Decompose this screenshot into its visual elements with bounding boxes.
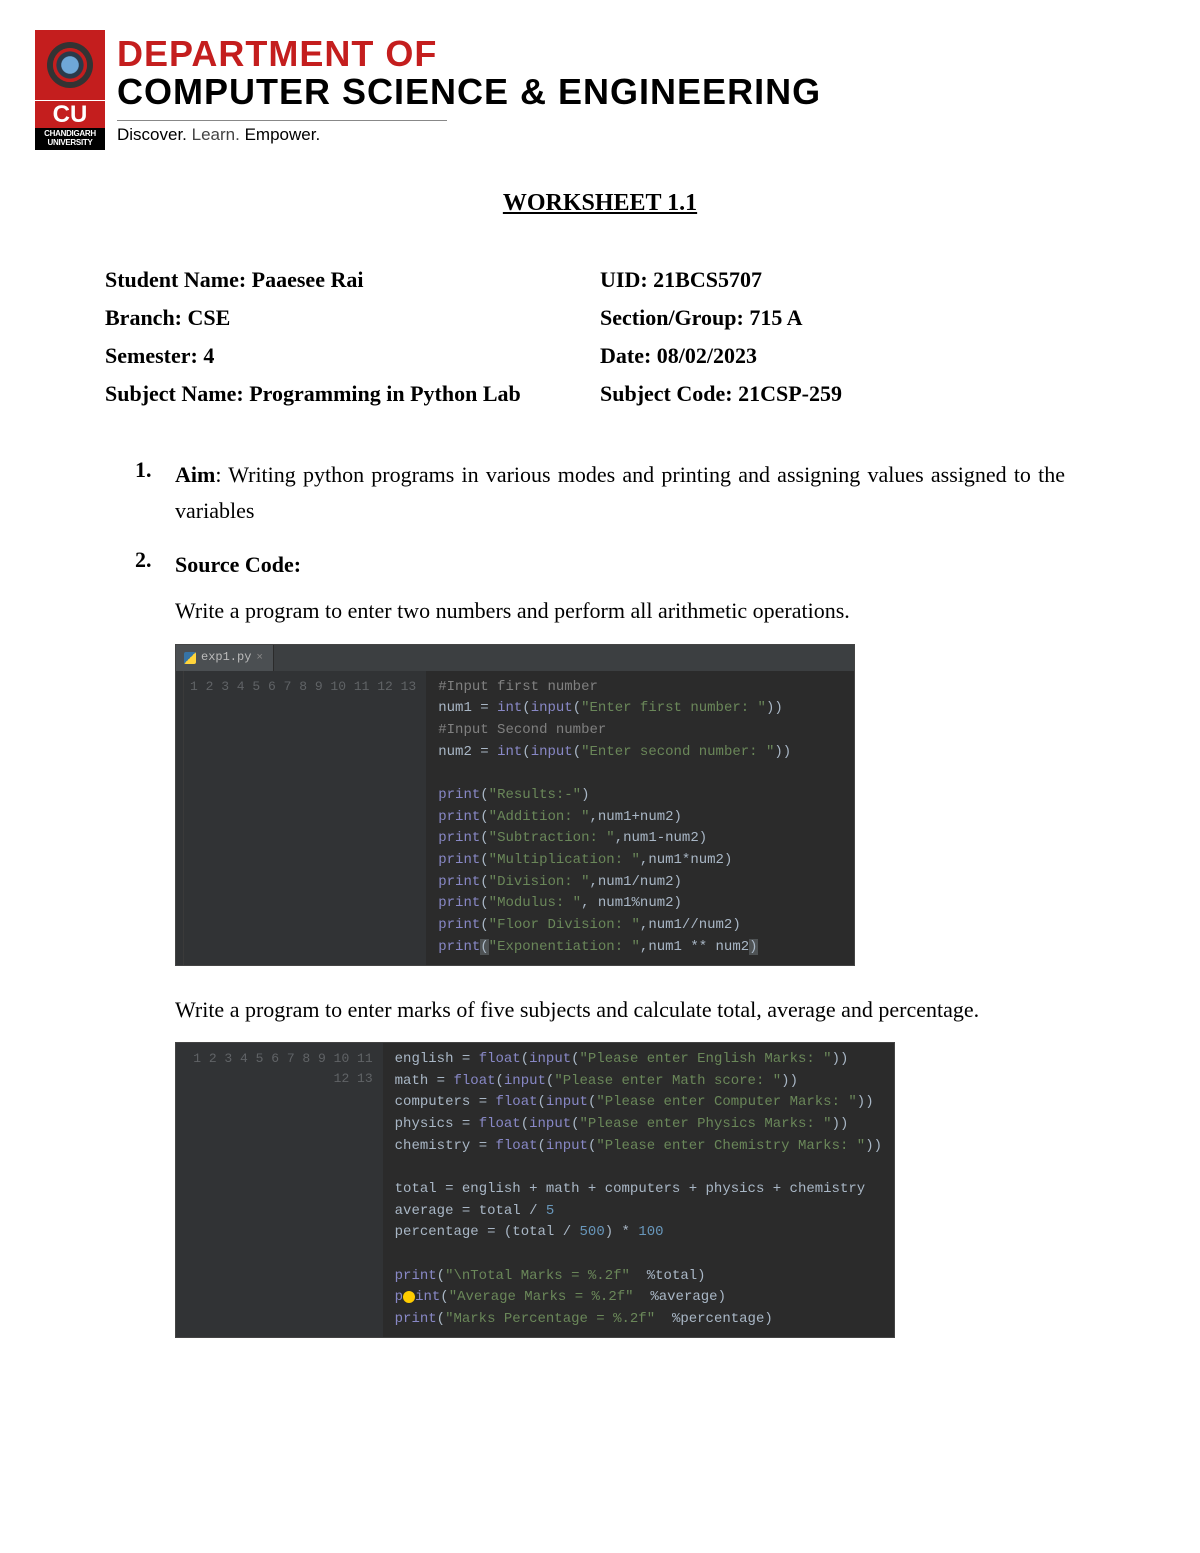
info-uid: UID: 21BCS5707	[600, 267, 1095, 293]
code-lines: #Input first number num1 = int(input("En…	[426, 671, 803, 965]
close-icon: ×	[256, 649, 263, 667]
info-section: Section/Group: 715 A	[600, 305, 1095, 331]
dept-line-2: COMPUTER SCIENCE & ENGINEERING	[117, 72, 821, 112]
info-student-name: Student Name: Paaesee Rai	[105, 267, 600, 293]
item-aim: 1. Aim: Writing python programs in vario…	[135, 457, 1065, 530]
logo-university-text: CHANDIGARH UNIVERSITY	[35, 128, 105, 150]
logo-cu: CU	[35, 100, 105, 128]
task-2-text: Write a program to enter marks of five s…	[175, 992, 1065, 1028]
bulb-icon	[403, 1291, 415, 1303]
dept-rule	[117, 120, 447, 121]
item-body: Aim: Writing python programs in various …	[175, 457, 1065, 530]
item-number: 1.	[135, 457, 175, 530]
item-number: 2.	[135, 547, 175, 1364]
dept-line-1: DEPARTMENT OF	[117, 36, 821, 72]
info-branch: Branch: CSE	[105, 305, 600, 331]
code-screenshot-2: 1 2 3 4 5 6 7 8 9 10 11 12 13 english = …	[175, 1042, 895, 1338]
university-logo: CU CHANDIGARH UNIVERSITY	[35, 30, 105, 150]
task-1-text: Write a program to enter two numbers and…	[175, 593, 1065, 629]
editor-gutter-markers	[176, 671, 184, 965]
worksheet-title: WORKSHEET 1.1	[35, 190, 1165, 217]
content: 1. Aim: Writing python programs in vario…	[135, 457, 1065, 1364]
info-semester: Semester: 4	[105, 343, 600, 369]
editor-tab: exp1.py ×	[176, 645, 274, 671]
aim-text: : Writing python programs in various mod…	[175, 462, 1065, 523]
source-code-label: Source Code:	[175, 547, 1065, 583]
aim-label: Aim	[175, 462, 215, 487]
tagline: Discover. Learn. Empower.	[117, 125, 821, 145]
info-date: Date: 08/02/2023	[600, 343, 1095, 369]
editor-tab-bar: exp1.py ×	[176, 645, 854, 671]
item-source-code: 2. Source Code: Write a program to enter…	[135, 547, 1065, 1364]
info-subject-code: Subject Code: 21CSP-259	[600, 381, 1095, 407]
line-number-gutter: 1 2 3 4 5 6 7 8 9 10 11 12 13	[184, 671, 426, 965]
tab-filename: exp1.py	[201, 648, 251, 668]
code-screenshot-1: exp1.py × 1 2 3 4 5 6 7 8 9 10 11 12 13 …	[175, 644, 855, 966]
item-body: Source Code: Write a program to enter tw…	[175, 547, 1065, 1364]
info-subject-name: Subject Name: Programming in Python Lab	[105, 381, 600, 407]
letterhead: CU CHANDIGARH UNIVERSITY DEPARTMENT OF C…	[35, 30, 1165, 150]
line-number-gutter: 1 2 3 4 5 6 7 8 9 10 11 12 13	[176, 1043, 383, 1337]
logo-emblem	[35, 30, 105, 100]
code-lines: english = float(input("Please enter Engl…	[383, 1043, 894, 1337]
department-heading: DEPARTMENT OF COMPUTER SCIENCE & ENGINEE…	[117, 30, 821, 145]
python-file-icon	[184, 652, 196, 664]
student-info: Student Name: Paaesee Rai UID: 21BCS5707…	[105, 267, 1095, 407]
